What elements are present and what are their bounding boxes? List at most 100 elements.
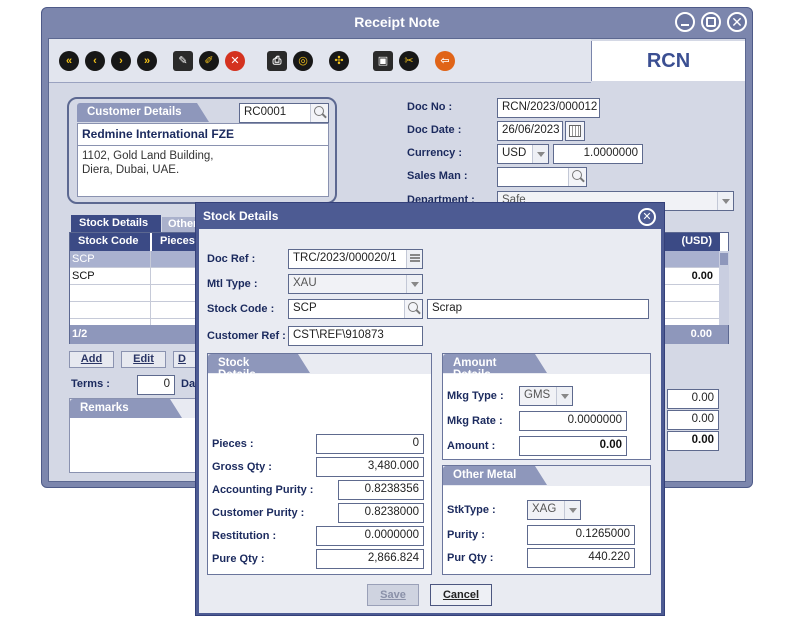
minimize-icon[interactable] <box>675 12 695 32</box>
amount-field[interactable]: 0.00 <box>519 436 627 456</box>
exchange-rate-field[interactable]: 1.0000000 <box>553 144 643 164</box>
restitution-label: Restitution : <box>212 530 277 542</box>
total-field-3: 0.00 <box>667 431 719 451</box>
grid-total: 0.00 <box>690 328 712 340</box>
customer-info: Redmine International FZE 1102, Gold Lan… <box>77 123 329 197</box>
stock-description-field[interactable]: Scrap <box>427 299 649 319</box>
mtl-type-value: XAU <box>293 277 317 289</box>
doc-date-label: Doc Date : <box>407 124 462 136</box>
pieces-field[interactable]: 0 <box>316 434 424 454</box>
pur-qty-label: Pur Qty : <box>447 552 494 564</box>
doc-ref-field[interactable]: TRC/2023/000020/1 <box>288 249 423 269</box>
toolbar: « ‹ › » ✎ ✐ ✕ ⎙ ◎ ✣ ▣ ✂ ⇦ <box>49 39 591 83</box>
exit-icon[interactable]: ⇦ <box>435 51 455 71</box>
next-record-icon[interactable]: › <box>111 51 131 71</box>
purity-field[interactable]: 0.1265000 <box>527 525 635 545</box>
doc-date-field[interactable]: 26/06/2023 <box>497 121 563 141</box>
chevron-down-icon[interactable] <box>564 501 580 519</box>
customer-purity-label: Customer Purity : <box>212 507 305 519</box>
dialog-body: Doc Ref : TRC/2023/000020/1 Mtl Type : X… <box>199 229 661 613</box>
customer-details-header: Customer Details <box>77 103 209 122</box>
row-amount: 0.00 <box>691 270 713 282</box>
maximize-icon[interactable] <box>701 12 721 32</box>
stock-details-group-header: Stock Details <box>208 354 310 381</box>
chevron-down-icon[interactable] <box>717 192 733 210</box>
amount-details-group: Amount Details Mkg Type : GMS Mkg Rate :… <box>442 353 651 460</box>
terms-field[interactable]: 0 <box>137 375 175 395</box>
chevron-down-icon[interactable] <box>406 275 422 293</box>
save-button[interactable]: Save <box>367 584 419 606</box>
customer-address-line2: Diera, Dubai, UAE. <box>82 164 180 176</box>
column-amount[interactable]: (USD) <box>662 233 720 251</box>
mtl-type-select[interactable]: XAU <box>288 274 423 294</box>
accounting-purity-field[interactable]: 0.8238356 <box>338 480 424 500</box>
customer-address-line1: 1102, Gold Land Building, <box>82 150 214 162</box>
stock-details-group: Stock Details Pieces : 0 Gross Qty : 3,4… <box>207 353 432 575</box>
doc-no-field[interactable]: RCN/2023/000012 <box>497 98 600 118</box>
remarks-input[interactable] <box>70 418 208 472</box>
pure-qty-label: Pure Qty : <box>212 553 265 565</box>
save-icon[interactable]: ▣ <box>373 51 393 71</box>
purity-label: Purity : <box>447 529 485 541</box>
grid-page-indicator: 1/2 <box>72 328 88 340</box>
pure-qty-field[interactable]: 2,866.824 <box>316 549 424 569</box>
clear-icon[interactable]: ✂ <box>399 51 419 71</box>
stk-type-select[interactable]: XAG <box>527 500 581 520</box>
delete-icon[interactable]: ✕ <box>225 51 245 71</box>
chevron-down-icon[interactable] <box>532 145 548 163</box>
grid-scrollbar[interactable] <box>719 251 729 325</box>
first-record-icon[interactable]: « <box>59 51 79 71</box>
stock-code-field[interactable]: SCP <box>288 299 423 319</box>
gross-qty-field[interactable]: 3,480.000 <box>316 457 424 477</box>
preview-icon[interactable]: ◎ <box>293 51 313 71</box>
stock-search-icon[interactable] <box>404 300 422 318</box>
mkg-rate-label: Mkg Rate : <box>447 415 503 427</box>
tab-other-label: Other <box>168 218 198 230</box>
previous-record-icon[interactable]: ‹ <box>85 51 105 71</box>
remarks-box: Remarks <box>69 398 209 473</box>
window-title: Receipt Note <box>354 14 440 30</box>
gross-qty-label: Gross Qty : <box>212 461 272 473</box>
stk-type-value: XAG <box>532 503 557 515</box>
customer-ref-field[interactable]: CST\REF\910873 <box>288 326 423 346</box>
column-stock-code[interactable]: Stock Code <box>70 233 150 251</box>
document-type-badge: RCN <box>591 41 745 81</box>
add-row-button[interactable]: Add <box>69 351 114 368</box>
last-record-icon[interactable]: » <box>137 51 157 71</box>
salesman-search-icon[interactable] <box>568 168 586 186</box>
options-icon[interactable]: ✣ <box>329 51 349 71</box>
close-icon[interactable]: ✕ <box>727 12 747 32</box>
accounting-purity-label: Accounting Purity : <box>212 484 314 496</box>
dialog-close-icon[interactable]: ✕ <box>638 208 656 226</box>
restitution-field[interactable]: 0.0000000 <box>316 526 424 546</box>
customer-purity-field[interactable]: 0.8238000 <box>338 503 424 523</box>
customer-code-field[interactable]: RC0001 <box>239 103 329 123</box>
customer-code-value: RC0001 <box>244 106 287 118</box>
doc-ref-value: TRC/2023/000020/1 <box>293 252 397 264</box>
new-document-icon[interactable]: ✎ <box>173 51 193 71</box>
doc-ref-label: Doc Ref : <box>207 253 256 265</box>
edit-row-button[interactable]: Edit <box>121 351 166 368</box>
mkg-type-select[interactable]: GMS <box>519 386 573 406</box>
customer-search-icon[interactable] <box>310 104 328 122</box>
pur-qty-field[interactable]: 440.220 <box>527 548 635 568</box>
row-stock-code: SCP <box>72 270 95 282</box>
edit-icon[interactable]: ✐ <box>199 51 219 71</box>
dialog-title: Stock Details <box>203 209 279 223</box>
customer-details-box: Customer Details RC0001 Redmine Internat… <box>67 97 337 204</box>
other-metal-group-header: Other Metal <box>443 466 547 485</box>
chevron-down-icon[interactable] <box>556 387 572 405</box>
calendar-icon[interactable] <box>565 121 585 141</box>
remarks-header: Remarks <box>70 399 182 418</box>
cancel-button[interactable]: Cancel <box>430 584 492 606</box>
currency-select[interactable]: USD <box>497 144 549 164</box>
salesman-field[interactable] <box>497 167 587 187</box>
list-icon[interactable] <box>406 250 422 268</box>
stk-type-label: StkType : <box>447 504 496 516</box>
customer-name: Redmine International FZE <box>82 127 235 141</box>
print-icon[interactable]: ⎙ <box>267 51 287 71</box>
days-label: Da <box>181 378 196 390</box>
tab-stock-details[interactable]: Stock Details <box>71 215 161 233</box>
mkg-rate-field[interactable]: 0.0000000 <box>519 411 627 431</box>
salesman-label: Sales Man : <box>407 170 468 182</box>
